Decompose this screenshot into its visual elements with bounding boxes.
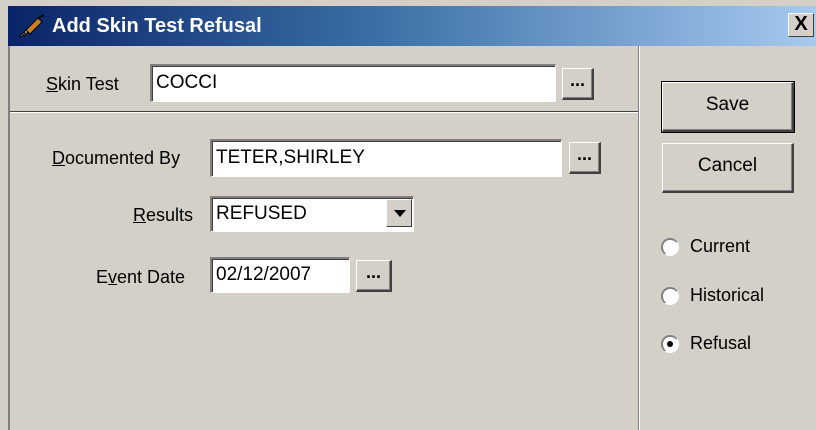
syringe-icon	[18, 14, 46, 38]
event-date-field[interactable]: 02/12/2007	[210, 257, 350, 293]
horizontal-divider	[10, 111, 638, 113]
title-bar[interactable]: Add Skin Test Refusal	[8, 6, 816, 46]
results-label: Results	[133, 205, 194, 225]
refusal-label: Refusal	[690, 333, 752, 353]
documented-by-browse-button[interactable]: ...	[569, 142, 601, 174]
results-select[interactable]: REFUSED	[210, 196, 414, 232]
results-selected-value: REFUSED	[216, 203, 307, 224]
event-date-label: Event Date	[96, 267, 186, 287]
skin-test-label: Skin Test	[46, 74, 119, 94]
refusal-radio[interactable]	[661, 335, 679, 353]
close-button[interactable]: X	[788, 13, 814, 37]
skin-test-browse-button[interactable]: ...	[562, 68, 594, 100]
current-label: Current	[690, 236, 751, 256]
documented-by-label: Documented By	[52, 148, 181, 168]
cancel-button[interactable]: Cancel	[662, 143, 794, 193]
current-radio[interactable]	[661, 238, 679, 256]
event-date-picker-button[interactable]: ...	[356, 260, 392, 292]
window-title: Add Skin Test Refusal	[52, 15, 262, 37]
frame-edge	[8, 46, 10, 430]
vertical-divider	[638, 46, 640, 430]
chevron-down-icon[interactable]	[386, 199, 412, 227]
historical-radio[interactable]	[661, 287, 679, 305]
skin-test-field[interactable]: COCCI	[150, 64, 556, 102]
add-skin-test-refusal-dialog: Add Skin Test Refusal X Skin Test COCCI …	[0, 0, 816, 430]
historical-label: Historical	[690, 285, 765, 305]
save-button[interactable]: Save	[661, 81, 795, 133]
documented-by-field[interactable]: TETER,SHIRLEY	[210, 139, 562, 177]
